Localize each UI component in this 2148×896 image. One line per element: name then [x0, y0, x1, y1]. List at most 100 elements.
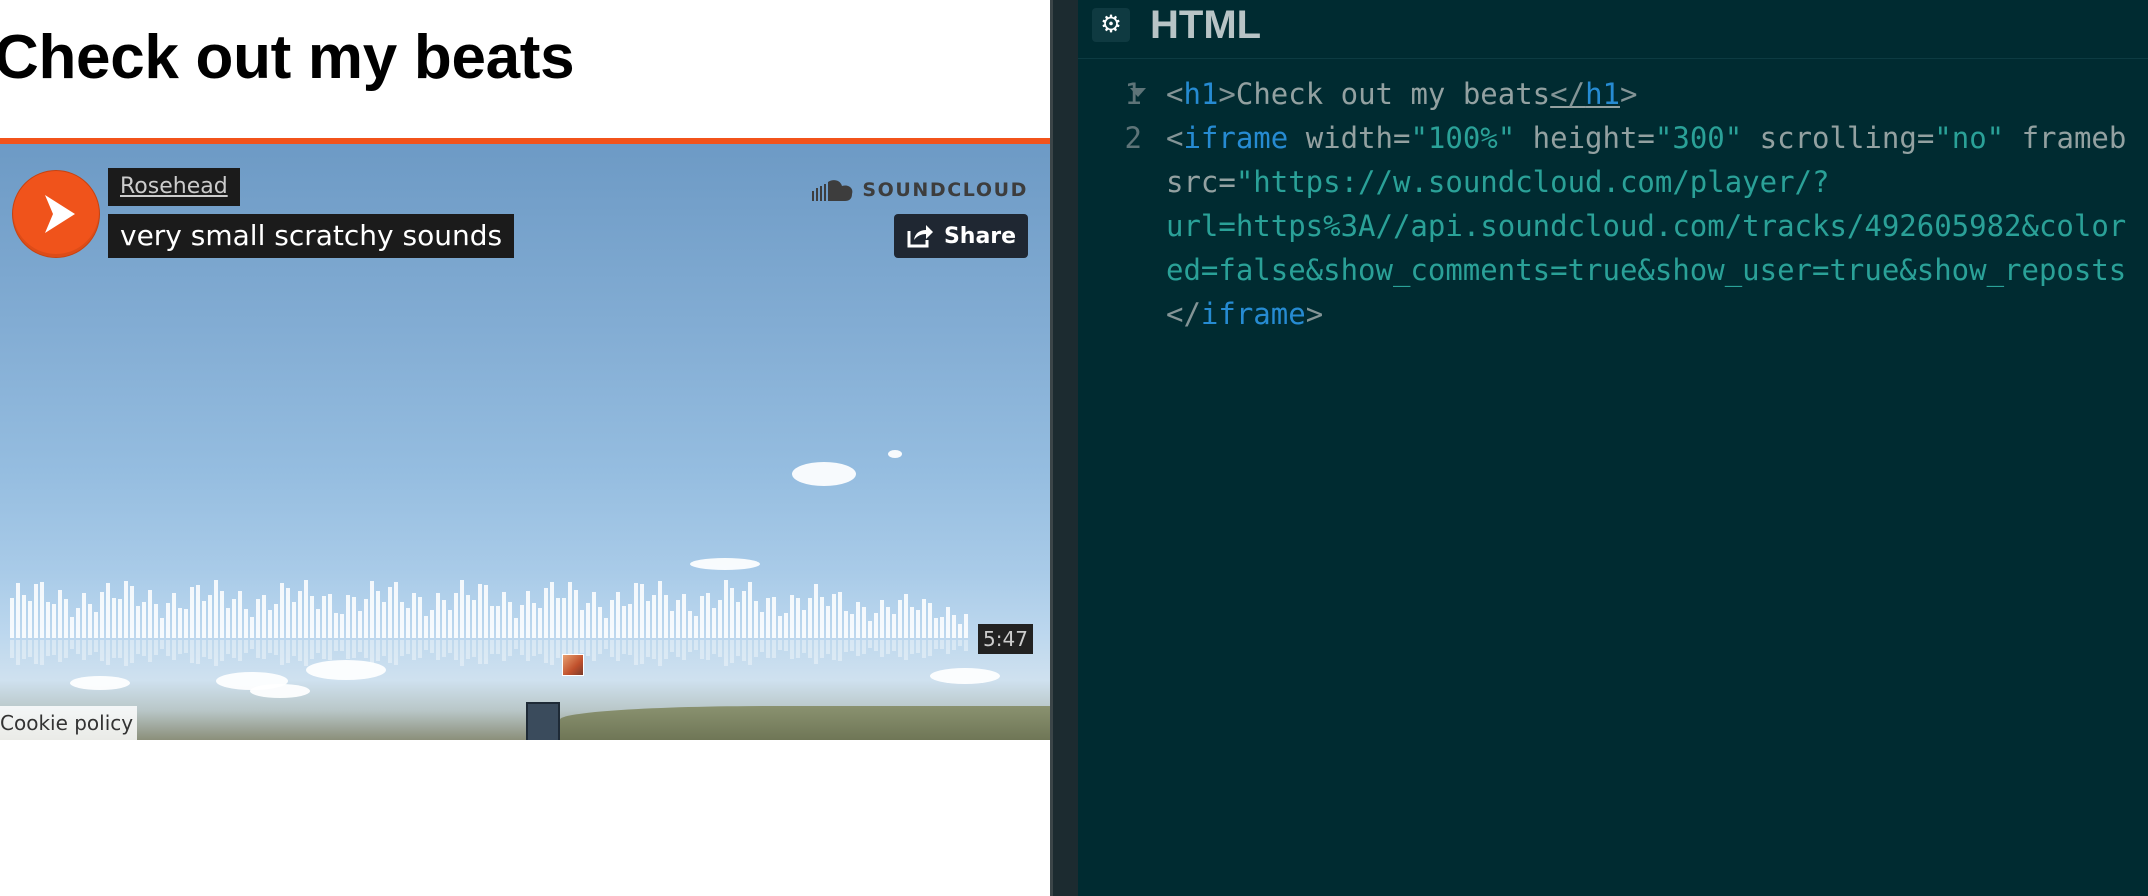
- waveform-bar-reflection: [412, 640, 416, 660]
- waveform-bar-reflection: [784, 640, 788, 651]
- waveform-bar: [244, 609, 248, 638]
- waveform-bar-reflection: [310, 640, 314, 659]
- pane-resize-handle[interactable]: [1050, 0, 1078, 896]
- code-attr: frameb: [2004, 121, 2127, 155]
- waveform-bar: [802, 610, 806, 638]
- waveform-bar: [220, 591, 224, 638]
- waveform-bar-reflection: [418, 640, 422, 658]
- waveform-bar: [910, 607, 914, 638]
- waveform-bar: [436, 593, 440, 638]
- play-button[interactable]: [12, 170, 100, 258]
- code-line-2-wrap-2[interactable]: url=https%3A//api.soundcloud.com/tracks/…: [1166, 204, 2126, 248]
- waveform-bar-reflection: [160, 640, 164, 649]
- waveform-bar: [202, 601, 206, 638]
- waveform-bar-reflection: [280, 640, 284, 665]
- waveform-bar: [946, 607, 950, 638]
- waveform-bar-reflection: [400, 640, 404, 656]
- waveform-bar: [94, 612, 98, 638]
- artist-username-link[interactable]: Rosehead: [108, 168, 240, 206]
- waveform-bar-reflection: [676, 640, 680, 657]
- code-attr: src=: [1166, 165, 1236, 199]
- waveform-bar-reflection: [94, 640, 98, 652]
- waveform-bar: [256, 599, 260, 638]
- waveform-bar-reflection: [880, 640, 884, 657]
- waveform-bar-reflection: [328, 640, 332, 660]
- waveform-bar-reflection: [652, 640, 656, 659]
- fold-arrow-icon[interactable]: [1130, 88, 1146, 97]
- waveform-bar: [190, 587, 194, 638]
- waveform-bar-reflection: [532, 640, 536, 656]
- waveform-bar-reflection: [190, 640, 194, 663]
- cloud-shape: [888, 450, 902, 458]
- waveform-bar-reflection: [448, 640, 452, 653]
- waveform-bar-reflection: [730, 640, 734, 663]
- waveform-bar-reflection: [268, 640, 272, 653]
- code-value: "100%": [1410, 121, 1516, 155]
- waveform-bar-reflection: [112, 640, 116, 658]
- waveform-bar: [742, 591, 746, 638]
- waveform-bar-reflection: [682, 640, 686, 660]
- code-attr: scrolling=: [1742, 121, 1935, 155]
- editor-settings-button[interactable]: ⚙: [1092, 8, 1130, 42]
- comment-avatar[interactable]: [562, 654, 584, 676]
- waveform-bar: [568, 582, 572, 638]
- waveform-bar-reflection: [370, 640, 374, 666]
- ground-shape: [560, 706, 1050, 740]
- waveform-bar-reflection: [22, 640, 26, 659]
- code-line-2-wrap-3[interactable]: ed=false&show_comments=true&show_user=tr…: [1166, 248, 2126, 292]
- waveform-bar: [430, 610, 434, 638]
- track-title-link[interactable]: very small scratchy sounds: [108, 214, 515, 258]
- waveform-bar: [328, 594, 332, 638]
- waveform-bar-reflection: [430, 640, 434, 653]
- code-text: Check out my beats: [1235, 77, 1551, 111]
- waveform-bar: [736, 602, 740, 638]
- waveform-bar: [118, 599, 122, 638]
- waveform-bar: [112, 598, 116, 638]
- waveform-bar: [640, 584, 644, 638]
- code-punct: <: [1166, 121, 1184, 155]
- waveform-bar-reflection: [142, 640, 146, 656]
- waveform-bar-reflection: [748, 640, 752, 665]
- waveform-bar: [82, 593, 86, 638]
- waveform-bar-reflection: [700, 640, 704, 659]
- waveform-bar: [52, 604, 56, 638]
- code-punct: >: [1305, 297, 1324, 331]
- code-line-2[interactable]: <iframe width="100%" height="300" scroll…: [1166, 116, 2126, 160]
- waveform-bar: [406, 608, 410, 638]
- waveform-bar: [760, 612, 764, 638]
- cloud-shape: [792, 462, 856, 486]
- waveform-bar: [352, 597, 356, 638]
- share-button[interactable]: Share: [894, 214, 1028, 258]
- code-line-1[interactable]: <h1>Check out my beats</h1>: [1166, 72, 1637, 116]
- waveform-scrubber[interactable]: [10, 578, 980, 698]
- waveform-bar: [676, 600, 680, 638]
- waveform-bar: [322, 596, 326, 638]
- waveform-bar-reflection: [934, 640, 938, 649]
- waveform-bar-reflection: [526, 640, 530, 661]
- waveform-bar-reflection: [892, 640, 896, 651]
- waveform-bar: [262, 595, 266, 638]
- waveform-bar: [832, 594, 836, 638]
- waveform-bar: [484, 585, 488, 638]
- waveform-bar: [886, 607, 890, 638]
- waveform-bar-reflection: [148, 640, 152, 662]
- waveform-bar-reflection: [202, 640, 206, 657]
- code-tag: h1: [1183, 77, 1219, 111]
- code-line-2-wrap-4[interactable]: </iframe>: [1166, 292, 1323, 336]
- code-line-2-wrap-1[interactable]: src="https://w.soundcloud.com/player/?: [1166, 160, 1829, 204]
- waveform-bar-reflection: [82, 640, 86, 660]
- waveform-bar-reflection: [742, 640, 746, 661]
- code-punct: >: [1218, 77, 1236, 111]
- cookie-policy-link[interactable]: Cookie policy: [0, 706, 138, 740]
- waveform-bar-reflection: [946, 640, 950, 654]
- waveform-bar-reflection: [70, 640, 74, 649]
- waveform-bar-reflection: [262, 640, 266, 659]
- soundcloud-logo[interactable]: SOUNDCLOUD: [812, 176, 1028, 204]
- waveform-bar-reflection: [172, 640, 176, 660]
- waveform-bar-reflection: [772, 640, 776, 658]
- waveform-bar-reflection: [754, 640, 758, 657]
- waveform-bar: [610, 600, 614, 638]
- waveform-bar-reflection: [886, 640, 890, 654]
- waveform-bar: [904, 594, 908, 638]
- waveform-bar-reflection: [736, 640, 740, 656]
